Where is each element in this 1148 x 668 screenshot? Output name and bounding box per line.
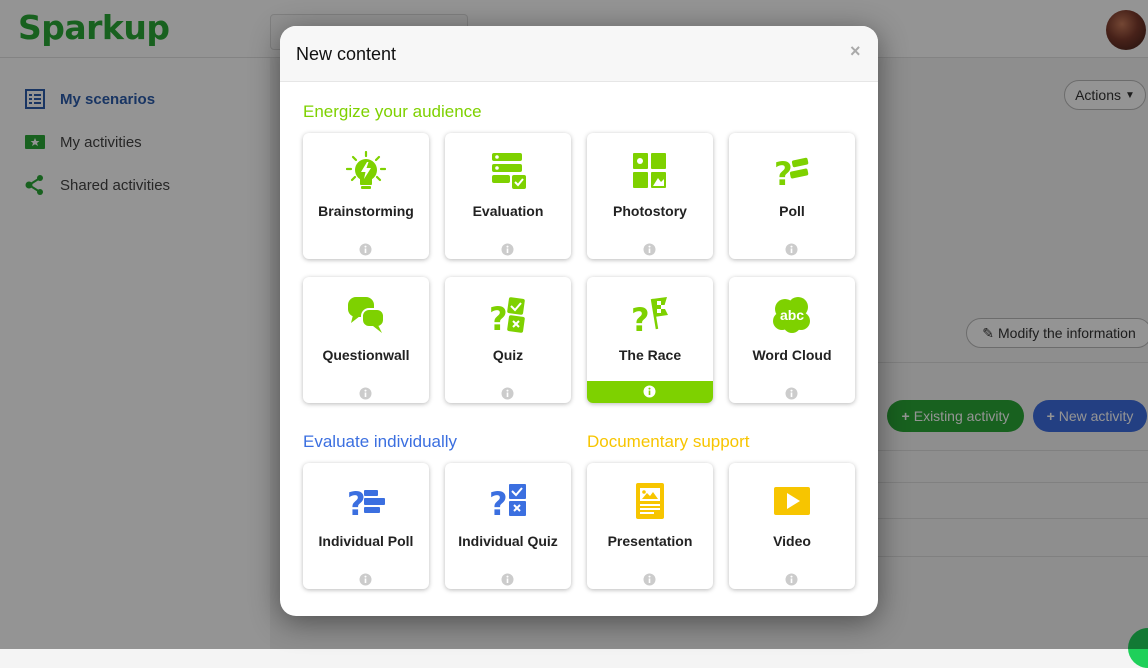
svg-text:?: ?	[489, 300, 508, 335]
card-photostory[interactable]: Photostory	[587, 133, 713, 259]
presentation-icon	[636, 483, 664, 519]
info-icon[interactable]	[501, 243, 514, 256]
quiz-icon: ?	[489, 297, 525, 335]
info-icon[interactable]	[359, 387, 372, 400]
card-poll[interactable]: ? Poll	[729, 133, 855, 259]
card-the-race[interactable]: ? The Race	[587, 277, 713, 403]
individual-poll-icon: ?	[347, 485, 385, 521]
info-icon[interactable]	[785, 387, 798, 400]
card-video[interactable]: Video	[729, 463, 855, 589]
card-questionwall[interactable]: Questionwall	[303, 277, 429, 403]
card-label: Evaluation	[472, 203, 544, 219]
card-label: Presentation	[607, 533, 693, 549]
svg-text:?: ?	[631, 301, 650, 335]
section-title-documentary: Documentary support	[587, 432, 750, 451]
photostory-icon	[633, 153, 666, 188]
card-label: Questionwall	[322, 347, 410, 363]
info-icon[interactable]	[359, 243, 372, 256]
card-evaluation[interactable]: Evaluation	[445, 133, 571, 259]
card-label: The Race	[618, 347, 682, 363]
svg-text:?: ?	[774, 155, 793, 191]
evaluation-icon	[492, 153, 526, 189]
card-word-cloud[interactable]: abc Word Cloud	[729, 277, 855, 403]
card-label: Individual Quiz	[458, 533, 558, 549]
info-icon[interactable]	[643, 573, 656, 586]
card-quiz[interactable]: ? Quiz	[445, 277, 571, 403]
section-title-evaluate: Evaluate individually	[303, 432, 458, 451]
card-label: Video	[773, 533, 811, 549]
card-presentation[interactable]: Presentation	[587, 463, 713, 589]
card-info-bar[interactable]	[587, 381, 713, 403]
card-label: Individual Poll	[318, 533, 414, 549]
svg-text:?: ?	[489, 485, 508, 521]
poll-icon: ?	[774, 155, 809, 191]
card-label: Photostory	[613, 203, 687, 219]
info-icon[interactable]	[785, 573, 798, 586]
info-icon[interactable]	[785, 243, 798, 256]
info-icon[interactable]	[501, 387, 514, 400]
info-icon[interactable]	[501, 573, 514, 586]
svg-text:?: ?	[347, 485, 366, 521]
word-cloud-icon: abc	[773, 297, 810, 333]
modal-header: New content ×	[280, 26, 878, 82]
race-icon: ?	[631, 297, 668, 335]
word-cloud-text: abc	[780, 307, 804, 323]
video-icon	[774, 487, 810, 515]
individual-quiz-icon: ?	[489, 484, 526, 521]
info-icon[interactable]	[359, 573, 372, 586]
new-content-modal: New content × Energize your audience Bra…	[280, 26, 878, 616]
speech-bubbles-icon	[348, 297, 385, 333]
info-icon[interactable]	[643, 385, 656, 398]
card-individual-quiz[interactable]: ? Individual Quiz	[445, 463, 571, 589]
lightbulb-icon	[346, 151, 386, 189]
card-individual-poll[interactable]: ? Individual Poll	[303, 463, 429, 589]
card-label: Word Cloud	[752, 347, 832, 363]
card-label: Quiz	[492, 347, 524, 363]
card-label: Poll	[779, 203, 805, 219]
modal-title: New content	[296, 44, 397, 64]
card-label: Brainstorming	[318, 203, 414, 219]
section-title-energize: Energize your audience	[303, 102, 482, 121]
info-icon[interactable]	[643, 243, 656, 256]
close-icon[interactable]: ×	[850, 41, 861, 62]
card-brainstorming[interactable]: Brainstorming	[303, 133, 429, 259]
